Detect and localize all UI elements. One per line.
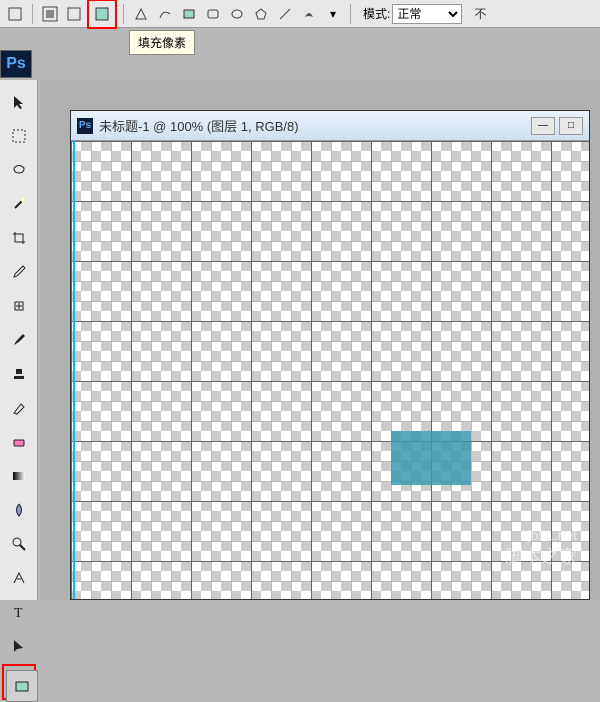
- options-bar: ▾ 模式: 正常 不: [0, 0, 600, 28]
- workspace: Ps 未标题-1 @ 100% (图层 1, RGB/8) — □ jb51.n…: [40, 80, 600, 600]
- polygon-button[interactable]: [250, 3, 272, 25]
- pen-icon[interactable]: [130, 3, 152, 25]
- rectangle-tool[interactable]: [6, 670, 38, 702]
- line-button[interactable]: [274, 3, 296, 25]
- blend-mode-select[interactable]: 正常: [392, 4, 462, 24]
- paths-button[interactable]: [63, 3, 85, 25]
- magic-wand-tool[interactable]: [3, 188, 35, 220]
- rectangle-shape-button[interactable]: [178, 3, 200, 25]
- extra-text: 不: [474, 5, 486, 22]
- document-window: Ps 未标题-1 @ 100% (图层 1, RGB/8) — □ jb51.n…: [70, 110, 590, 600]
- guide-vertical[interactable]: [73, 141, 75, 599]
- eyedropper-tool[interactable]: [3, 256, 35, 288]
- custom-shape-button[interactable]: [298, 3, 320, 25]
- dodge-tool[interactable]: [3, 528, 35, 560]
- document-titlebar[interactable]: Ps 未标题-1 @ 100% (图层 1, RGB/8) — □: [71, 111, 589, 141]
- app-badge: Ps: [0, 50, 32, 78]
- canvas[interactable]: jb51.net 脚本之家: [71, 141, 589, 599]
- minimize-button[interactable]: —: [531, 117, 555, 135]
- shape-tool-highlight: [2, 664, 36, 700]
- fill-pixels-button[interactable]: [91, 3, 113, 25]
- pen-tool[interactable]: [3, 562, 35, 594]
- path-selection-tool[interactable]: [3, 630, 35, 662]
- rounded-rect-button[interactable]: [202, 3, 224, 25]
- document-title: 未标题-1 @ 100% (图层 1, RGB/8): [99, 116, 525, 135]
- marquee-tool[interactable]: [3, 120, 35, 152]
- watermark-text: 脚本之家: [505, 543, 577, 569]
- separator-icon: [350, 4, 351, 24]
- mode-label: 模式:: [363, 5, 390, 22]
- watermark: jb51.net 脚本之家: [505, 527, 577, 569]
- shape-layers-button[interactable]: [39, 3, 61, 25]
- ellipse-button[interactable]: [226, 3, 248, 25]
- window-controls: — □: [531, 117, 583, 135]
- brush-tool[interactable]: [3, 324, 35, 356]
- document-icon: Ps: [77, 118, 93, 134]
- crop-tool[interactable]: [3, 222, 35, 254]
- fill-pixels-highlight: [87, 0, 117, 29]
- svg-text:T: T: [14, 606, 23, 620]
- separator-icon: [32, 4, 33, 24]
- tool-preset-button[interactable]: [4, 3, 26, 25]
- watermark-url: jb51.net: [505, 527, 577, 543]
- tool-panel: T: [0, 80, 38, 600]
- lasso-tool[interactable]: [3, 154, 35, 186]
- maximize-button[interactable]: □: [559, 117, 583, 135]
- eraser-tool[interactable]: [3, 426, 35, 458]
- move-tool[interactable]: [3, 86, 35, 118]
- tooltip: 填充像素: [129, 30, 195, 55]
- shape-options-dropdown[interactable]: ▾: [322, 3, 344, 25]
- type-tool[interactable]: T: [3, 596, 35, 628]
- freeform-pen-icon[interactable]: [154, 3, 176, 25]
- history-brush-tool[interactable]: [3, 392, 35, 424]
- separator-icon: [123, 4, 124, 24]
- gradient-tool[interactable]: [3, 460, 35, 492]
- blur-tool[interactable]: [3, 494, 35, 526]
- healing-brush-tool[interactable]: [3, 290, 35, 322]
- stamp-tool[interactable]: [3, 358, 35, 390]
- drawn-rectangle-shape[interactable]: [391, 431, 471, 485]
